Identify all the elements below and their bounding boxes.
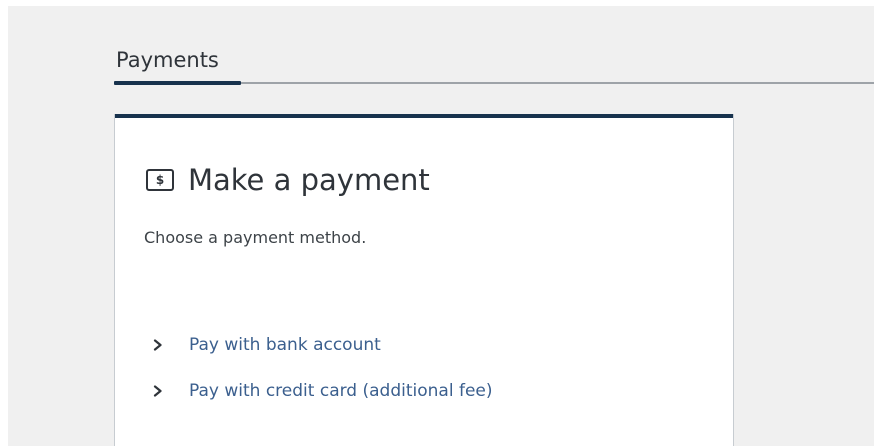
active-tab-indicator (114, 81, 241, 85)
chevron-right-icon (151, 338, 165, 352)
pay-with-bank-account-option[interactable]: Pay with bank account (151, 332, 381, 358)
tab-strip-divider (241, 82, 874, 84)
card-header: $ Make a payment (146, 160, 430, 200)
card-title: Make a payment (188, 163, 430, 197)
chevron-right-icon (151, 384, 165, 398)
card-subtitle: Choose a payment method. (144, 228, 367, 247)
pay-with-credit-card-option[interactable]: Pay with credit card (additional fee) (151, 378, 493, 404)
make-payment-card: $ Make a payment Choose a payment method… (114, 114, 734, 446)
tab-payments[interactable]: Payments (116, 46, 219, 74)
card-top-border (115, 114, 733, 118)
pay-with-bank-account-link[interactable]: Pay with bank account (189, 332, 381, 358)
pay-with-credit-card-link[interactable]: Pay with credit card (additional fee) (189, 378, 493, 404)
tab-strip: Payments (114, 42, 874, 88)
dollar-sign-glyph: $ (155, 173, 165, 187)
dollar-bill-icon: $ (146, 169, 174, 191)
